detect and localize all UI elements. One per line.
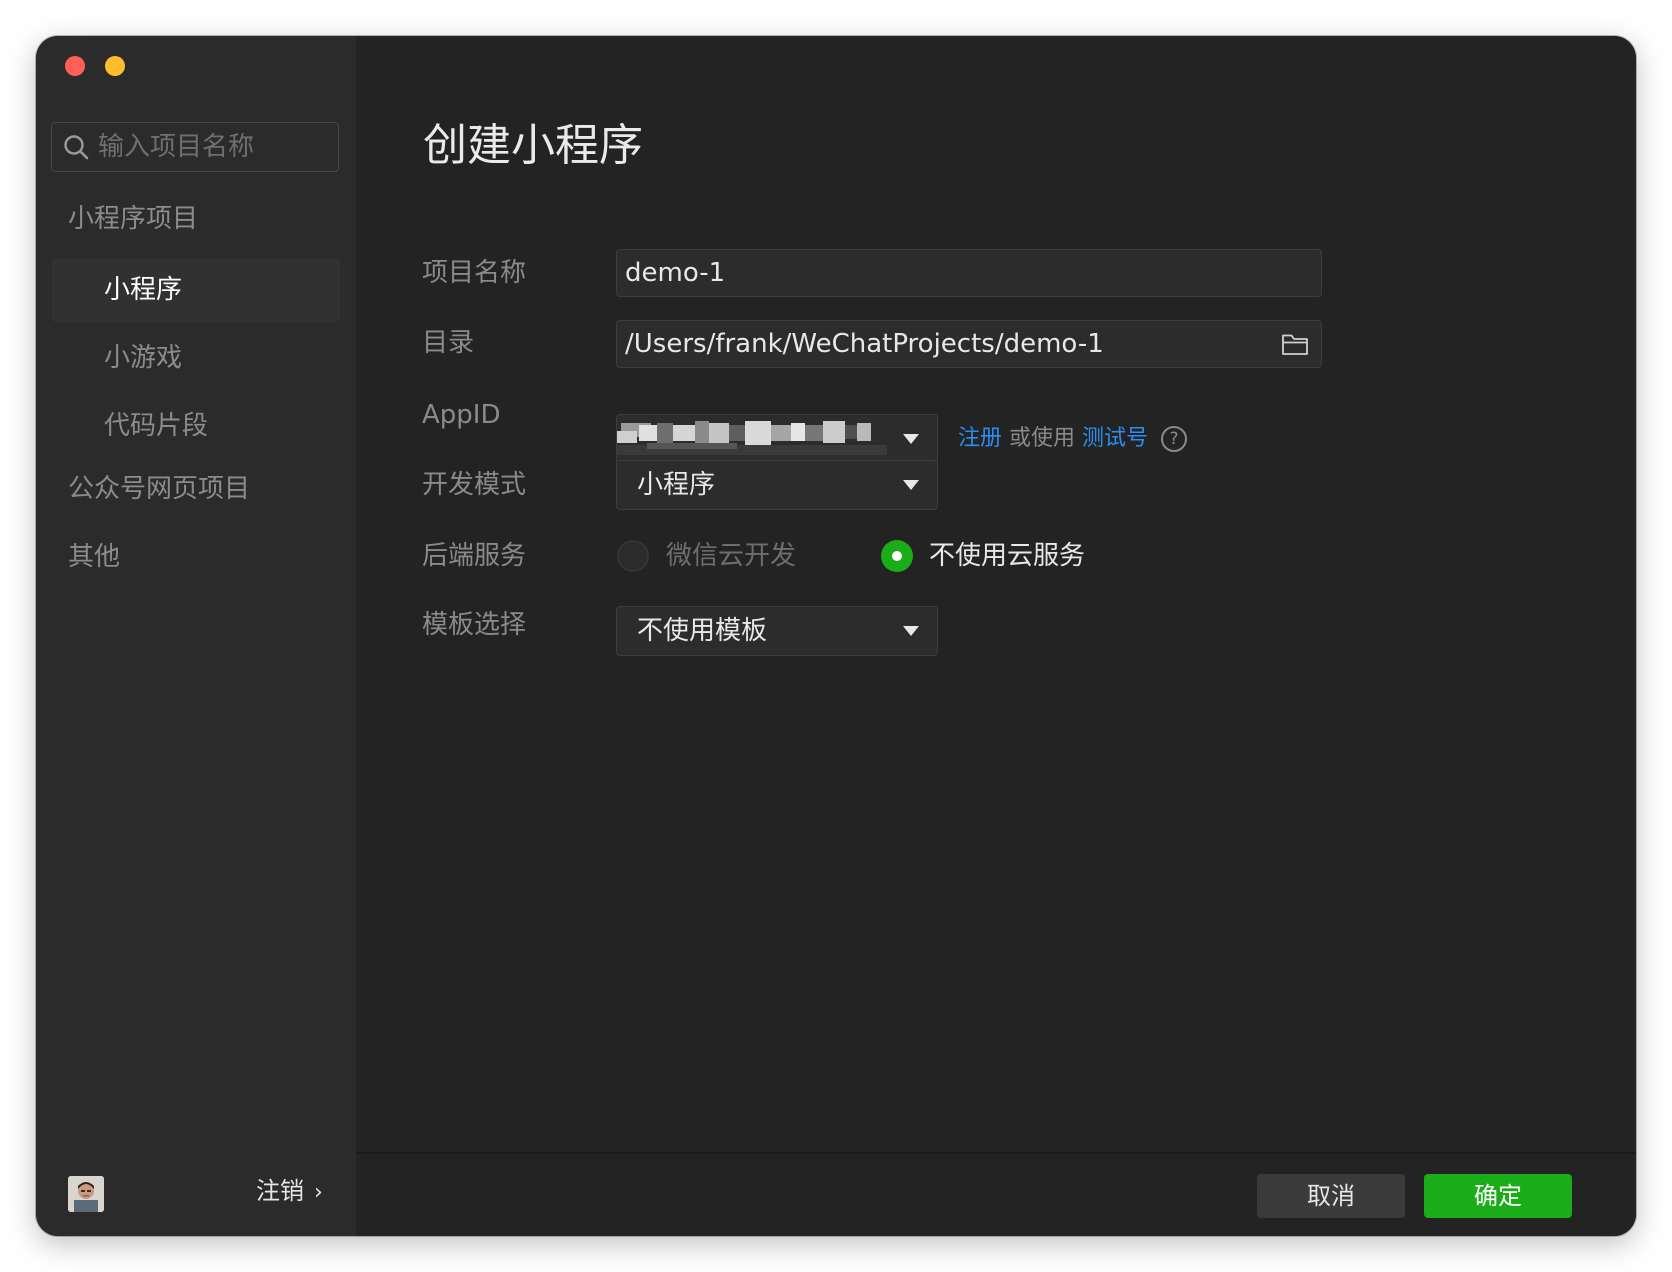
avatar-image	[68, 1176, 104, 1212]
test-account-link[interactable]: 测试号	[1082, 426, 1148, 451]
label-appid: AppID	[422, 400, 501, 430]
or-use-text: 或使用	[1009, 426, 1076, 451]
logout-label: 注销	[256, 1177, 304, 1205]
folder-icon[interactable]	[1281, 331, 1309, 357]
radio-no-cloud[interactable]	[881, 540, 913, 572]
sidebar-group-official-account[interactable]: 公众号网页项目	[68, 474, 250, 504]
template-select[interactable]: 不使用模板	[616, 606, 938, 656]
search-icon	[64, 135, 89, 160]
create-miniprogram-window: 小程序项目 小程序 小游戏 代码片段 公众号网页项目 其他 注销 › 创建小程序 …	[36, 36, 1636, 1236]
page-title: 创建小程序	[423, 120, 643, 171]
sidebar-item-miniprogram[interactable]: 小程序	[52, 258, 340, 322]
user-avatar[interactable]	[68, 1176, 104, 1212]
template-value: 不使用模板	[637, 616, 768, 646]
caret-down-icon	[903, 480, 919, 490]
label-dev-mode: 开发模式	[422, 470, 527, 500]
register-link[interactable]: 注册	[958, 426, 1002, 451]
sidebar: 小程序项目 小程序 小游戏 代码片段 公众号网页项目 其他 注销 ›	[36, 36, 356, 1236]
directory-value: /Users/frank/WeChatProjects/demo-1	[625, 329, 1104, 359]
sidebar-group-other[interactable]: 其他	[68, 542, 120, 572]
label-project-name: 项目名称	[422, 258, 527, 288]
appid-links: 注册 或使用 测试号 ?	[958, 422, 1188, 456]
sidebar-item-minigame[interactable]: 小游戏	[52, 326, 340, 390]
help-icon[interactable]: ?	[1161, 426, 1188, 452]
project-name-input[interactable]: demo-1	[616, 249, 1322, 297]
chevron-right-icon: ›	[314, 1180, 323, 1205]
dev-mode-select[interactable]: 小程序	[616, 460, 938, 510]
dev-mode-value: 小程序	[637, 470, 716, 500]
confirm-button[interactable]: 确定	[1424, 1174, 1572, 1218]
caret-down-icon	[903, 434, 919, 444]
project-search-box[interactable]	[51, 122, 339, 172]
label-template: 模板选择	[422, 610, 527, 640]
caret-down-icon	[903, 626, 919, 636]
close-window-button[interactable]	[65, 56, 85, 76]
directory-input[interactable]: /Users/frank/WeChatProjects/demo-1	[616, 320, 1322, 368]
label-backend: 后端服务	[422, 541, 527, 571]
radio-cloud-dev-label[interactable]: 微信云开发	[666, 539, 796, 573]
project-name-value: demo-1	[625, 258, 726, 288]
search-input[interactable]	[98, 123, 332, 171]
label-directory: 目录	[422, 328, 475, 358]
sidebar-group-miniprogram-projects: 小程序项目	[68, 204, 199, 234]
radio-cloud-dev[interactable]	[617, 540, 649, 572]
minimize-window-button[interactable]	[105, 56, 125, 76]
bottom-action-bar: 取消 确定	[356, 1152, 1636, 1236]
main-panel: 创建小程序 项目名称 demo-1 目录 /Users/frank/WeChat…	[356, 36, 1636, 1236]
appid-select[interactable]	[616, 414, 938, 464]
logout-button[interactable]: 注销 ›	[256, 1174, 323, 1210]
sidebar-item-code-snippet[interactable]: 代码片段	[52, 394, 340, 458]
cancel-button[interactable]: 取消	[1257, 1174, 1405, 1218]
radio-no-cloud-label[interactable]: 不使用云服务	[929, 539, 1085, 573]
